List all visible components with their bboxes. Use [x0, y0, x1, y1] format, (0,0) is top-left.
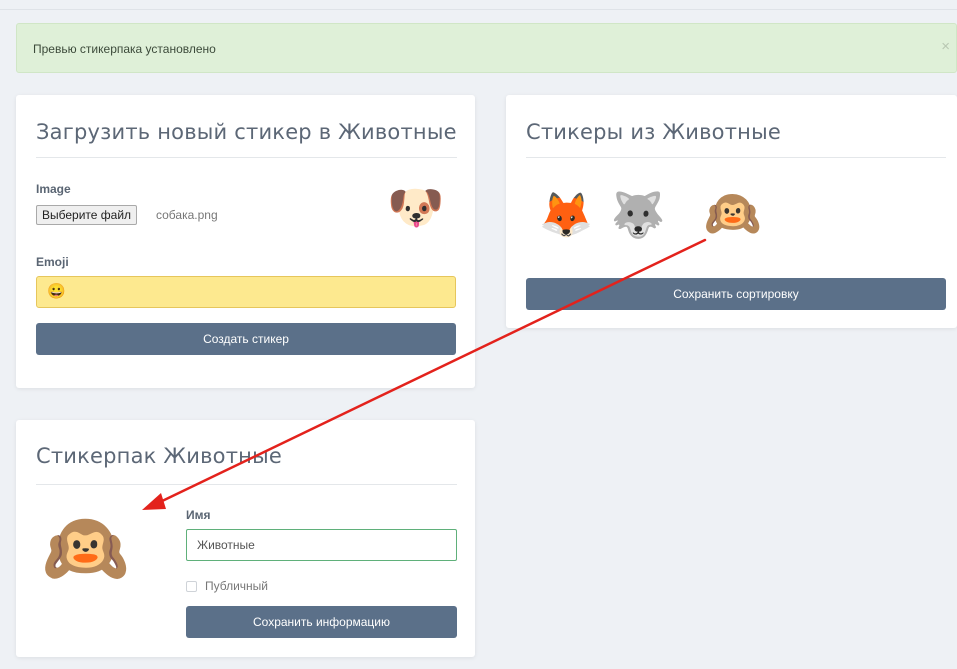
stickers-list-card: Стикеры из Животные 🦊 🐺 🙉 Сохранить сорт…	[506, 95, 957, 328]
pack-card-title: Стикерпак Животные	[36, 444, 282, 468]
pack-name-input[interactable]: Животные	[186, 529, 457, 561]
emoji-input[interactable]: 😀	[36, 276, 456, 308]
close-icon[interactable]: ×	[941, 38, 950, 55]
fox-sticker[interactable]: 🦊	[539, 190, 594, 242]
dog-sticker-preview: 🐶	[387, 180, 445, 234]
create-sticker-button[interactable]: Создать стикер	[36, 323, 456, 355]
save-sort-button[interactable]: Сохранить сортировку	[526, 278, 946, 310]
save-info-button[interactable]: Сохранить информацию	[186, 606, 457, 638]
image-label: Image	[36, 182, 71, 196]
top-divider	[0, 9, 957, 10]
stickers-card-title: Стикеры из Животные	[526, 120, 781, 144]
name-label: Имя	[186, 508, 211, 522]
wolf-sticker[interactable]: 🐺	[611, 190, 666, 242]
sticker-pack-card: Стикерпак Животные 🙉 Имя Животные Публич…	[16, 420, 475, 657]
success-alert: Превью стикерпака установлено ×	[16, 23, 957, 73]
upload-card-divider	[36, 157, 457, 158]
monkey-sticker[interactable]: 🙉	[704, 184, 762, 242]
stickers-card-divider	[526, 157, 946, 158]
pack-card-divider	[36, 484, 457, 485]
alert-message: Превью стикерпака установлено	[33, 42, 216, 56]
pack-preview-sticker: 🙉	[42, 507, 130, 589]
upload-sticker-card: Загрузить новый стикер в Животные Image …	[16, 95, 475, 388]
public-checkbox[interactable]	[186, 581, 197, 592]
public-label: Публичный	[205, 579, 269, 593]
upload-card-title: Загрузить новый стикер в Животные	[36, 120, 457, 144]
emoji-label: Emoji	[36, 255, 69, 269]
choose-file-button[interactable]: Выберите файл	[36, 205, 138, 225]
selected-file-name: собака.png	[156, 208, 218, 222]
